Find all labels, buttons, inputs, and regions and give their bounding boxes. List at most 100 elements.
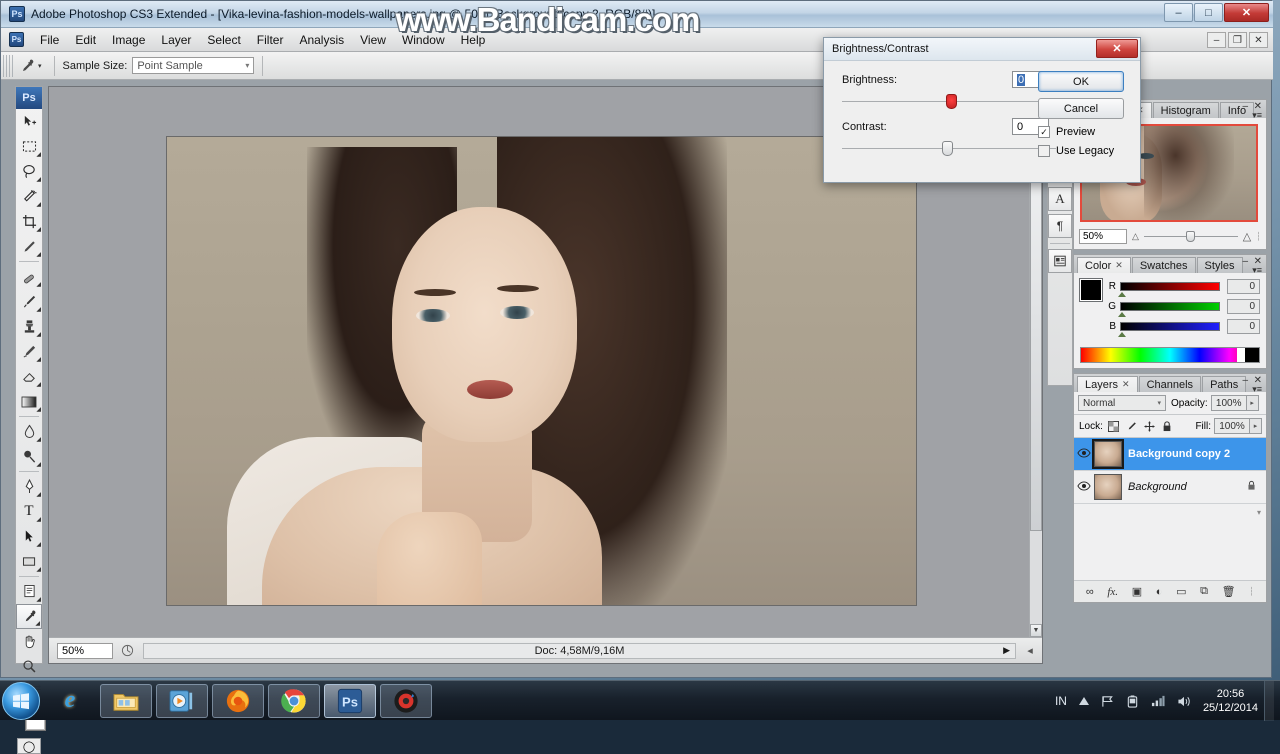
slider-knob[interactable]	[1186, 231, 1195, 242]
blue-slider-marker[interactable]	[1118, 332, 1126, 337]
healing-brush-tool[interactable]: ◢	[16, 264, 42, 289]
battery-icon[interactable]	[1126, 695, 1139, 708]
action-center-flag-icon[interactable]	[1101, 695, 1114, 708]
tab-styles[interactable]: Styles	[1197, 257, 1243, 273]
notes-tool[interactable]: ◢	[16, 579, 42, 604]
taskbar-internet-explorer[interactable]: e	[44, 684, 96, 718]
lock-position-icon[interactable]	[1142, 419, 1157, 434]
menu-item-filter[interactable]: Filter	[249, 30, 292, 50]
fill-stepper[interactable]: ▸	[1250, 418, 1262, 434]
status-back-arrow-icon[interactable]: ◂	[1020, 643, 1040, 659]
eyedropper-tool[interactable]: ◢	[16, 604, 42, 629]
new-layer-icon[interactable]: ⧉	[1200, 585, 1208, 598]
zoom-in-icon[interactable]: △	[1243, 230, 1251, 243]
history-brush-tool[interactable]: ◢	[16, 339, 42, 364]
preview-thumbnail-icon[interactable]	[117, 643, 137, 659]
menu-item-analysis[interactable]: Analysis	[291, 30, 352, 50]
document-minimize-button[interactable]: –	[1207, 32, 1226, 48]
layer-name[interactable]: Background copy 2	[1128, 448, 1230, 460]
document-info[interactable]: Doc: 4,58M/9,16M ▶	[143, 643, 1016, 659]
eraser-tool[interactable]: ◢	[16, 364, 42, 389]
zoom-out-icon[interactable]: △	[1132, 231, 1139, 242]
sample-size-select[interactable]: Point Sample ▾	[132, 57, 254, 74]
use-legacy-checkbox[interactable]	[1038, 145, 1050, 157]
crop-tool[interactable]: ◢	[16, 209, 42, 234]
zoom-tool[interactable]	[16, 654, 42, 679]
red-slider-marker[interactable]	[1118, 292, 1126, 297]
green-slider-marker[interactable]	[1118, 312, 1126, 317]
spectrum-white-swatch[interactable]	[1237, 348, 1245, 362]
layer-mask-icon[interactable]: ▣	[1132, 585, 1142, 598]
navigator-zoom-slider[interactable]	[1144, 230, 1238, 244]
magic-wand-tool[interactable]: ◢	[16, 184, 42, 209]
panel-menu-icon[interactable]: ▾≡	[1252, 110, 1262, 121]
color-foreground-swatch[interactable]	[1080, 279, 1102, 301]
menu-item-image[interactable]: Image	[104, 30, 153, 50]
menu-item-view[interactable]: View	[352, 30, 394, 50]
layer-visibility-icon[interactable]	[1074, 448, 1094, 461]
layer-visibility-icon[interactable]	[1074, 481, 1094, 494]
use-legacy-checkbox-row[interactable]: Use Legacy	[1038, 145, 1128, 157]
panel-menu-icon[interactable]: ▾≡	[1252, 265, 1262, 276]
lasso-tool[interactable]: ◢	[16, 159, 42, 184]
menu-item-edit[interactable]: Edit	[67, 30, 104, 50]
preview-checkbox-row[interactable]: ✓ Preview	[1038, 126, 1128, 138]
network-signal-icon[interactable]	[1151, 695, 1165, 707]
tab-color[interactable]: Color ✕	[1077, 257, 1131, 273]
red-value[interactable]: 0	[1227, 279, 1260, 294]
lock-image-pixels-icon[interactable]	[1124, 419, 1139, 434]
ok-button[interactable]: OK	[1038, 71, 1124, 92]
layer-row-background[interactable]: Background	[1074, 471, 1266, 504]
options-bar-grip[interactable]	[3, 55, 13, 77]
layer-name[interactable]: Background	[1128, 481, 1187, 493]
minimize-button[interactable]: –	[1164, 3, 1193, 22]
paragraph-panel-icon[interactable]: ¶	[1048, 214, 1072, 238]
lock-transparent-pixels-icon[interactable]	[1106, 419, 1121, 434]
pen-tool[interactable]: ◢	[16, 474, 42, 499]
tab-close-icon[interactable]: ✕	[1115, 260, 1123, 271]
spectrum-black-swatch[interactable]	[1245, 348, 1259, 362]
resize-grip-icon[interactable]: ┆	[1249, 587, 1254, 596]
menu-item-select[interactable]: Select	[199, 30, 248, 50]
document-restore-button[interactable]: ❐	[1228, 32, 1247, 48]
navigator-zoom-field[interactable]: 50%	[1079, 229, 1127, 244]
menu-item-help[interactable]: Help	[453, 30, 494, 50]
scroll-down-button[interactable]: ▼	[1030, 624, 1042, 637]
gradient-tool[interactable]: ◢	[16, 389, 42, 414]
document-close-button[interactable]: ✕	[1249, 32, 1268, 48]
tab-info[interactable]: Info	[1220, 102, 1254, 118]
language-indicator[interactable]: IN	[1055, 694, 1067, 708]
panel-minimize-icon[interactable]: –	[1242, 101, 1248, 112]
color-fg-bg-swatches[interactable]	[1080, 279, 1100, 311]
link-layers-icon[interactable]: ∞	[1086, 586, 1094, 598]
adjustment-layer-icon[interactable]: ◐	[1156, 586, 1163, 598]
dialog-title-bar[interactable]: Brightness/Contrast ✕	[824, 38, 1140, 61]
maximize-button[interactable]: □	[1194, 3, 1223, 22]
slice-tool[interactable]: ◢	[16, 234, 42, 259]
tab-channels[interactable]: Channels	[1139, 376, 1201, 392]
zoom-level-field[interactable]: 50%	[57, 643, 113, 659]
dodge-tool[interactable]: ◢	[16, 444, 42, 469]
contrast-slider-knob[interactable]	[942, 141, 953, 156]
green-slider[interactable]	[1120, 302, 1220, 311]
brush-tool[interactable]: ◢	[16, 289, 42, 314]
close-button[interactable]: ✕	[1224, 3, 1269, 22]
color-spectrum-ramp[interactable]	[1080, 347, 1260, 363]
cancel-button[interactable]: Cancel	[1038, 98, 1124, 119]
menu-item-file[interactable]: File	[32, 30, 67, 50]
character-panel-icon[interactable]: A	[1048, 187, 1072, 211]
taskbar-photoshop[interactable]: Ps	[324, 684, 376, 718]
brightness-slider-knob[interactable]	[946, 94, 957, 109]
rectangle-shape-tool[interactable]: ◢	[16, 549, 42, 574]
preview-checkbox[interactable]: ✓	[1038, 126, 1050, 138]
volume-icon[interactable]	[1177, 695, 1191, 708]
document-image[interactable]	[166, 136, 917, 606]
show-hidden-icons-button[interactable]	[1079, 697, 1089, 705]
tab-swatches[interactable]: Swatches	[1132, 257, 1196, 273]
path-selection-tool[interactable]: ◢	[16, 524, 42, 549]
hand-tool[interactable]	[16, 629, 42, 654]
show-desktop-button[interactable]	[1264, 681, 1274, 721]
tab-paths[interactable]: Paths	[1202, 376, 1246, 392]
application-title-bar[interactable]: Ps Adobe Photoshop CS3 Extended - [Vika-…	[1, 1, 1273, 28]
new-group-icon[interactable]: ▭	[1176, 585, 1186, 598]
